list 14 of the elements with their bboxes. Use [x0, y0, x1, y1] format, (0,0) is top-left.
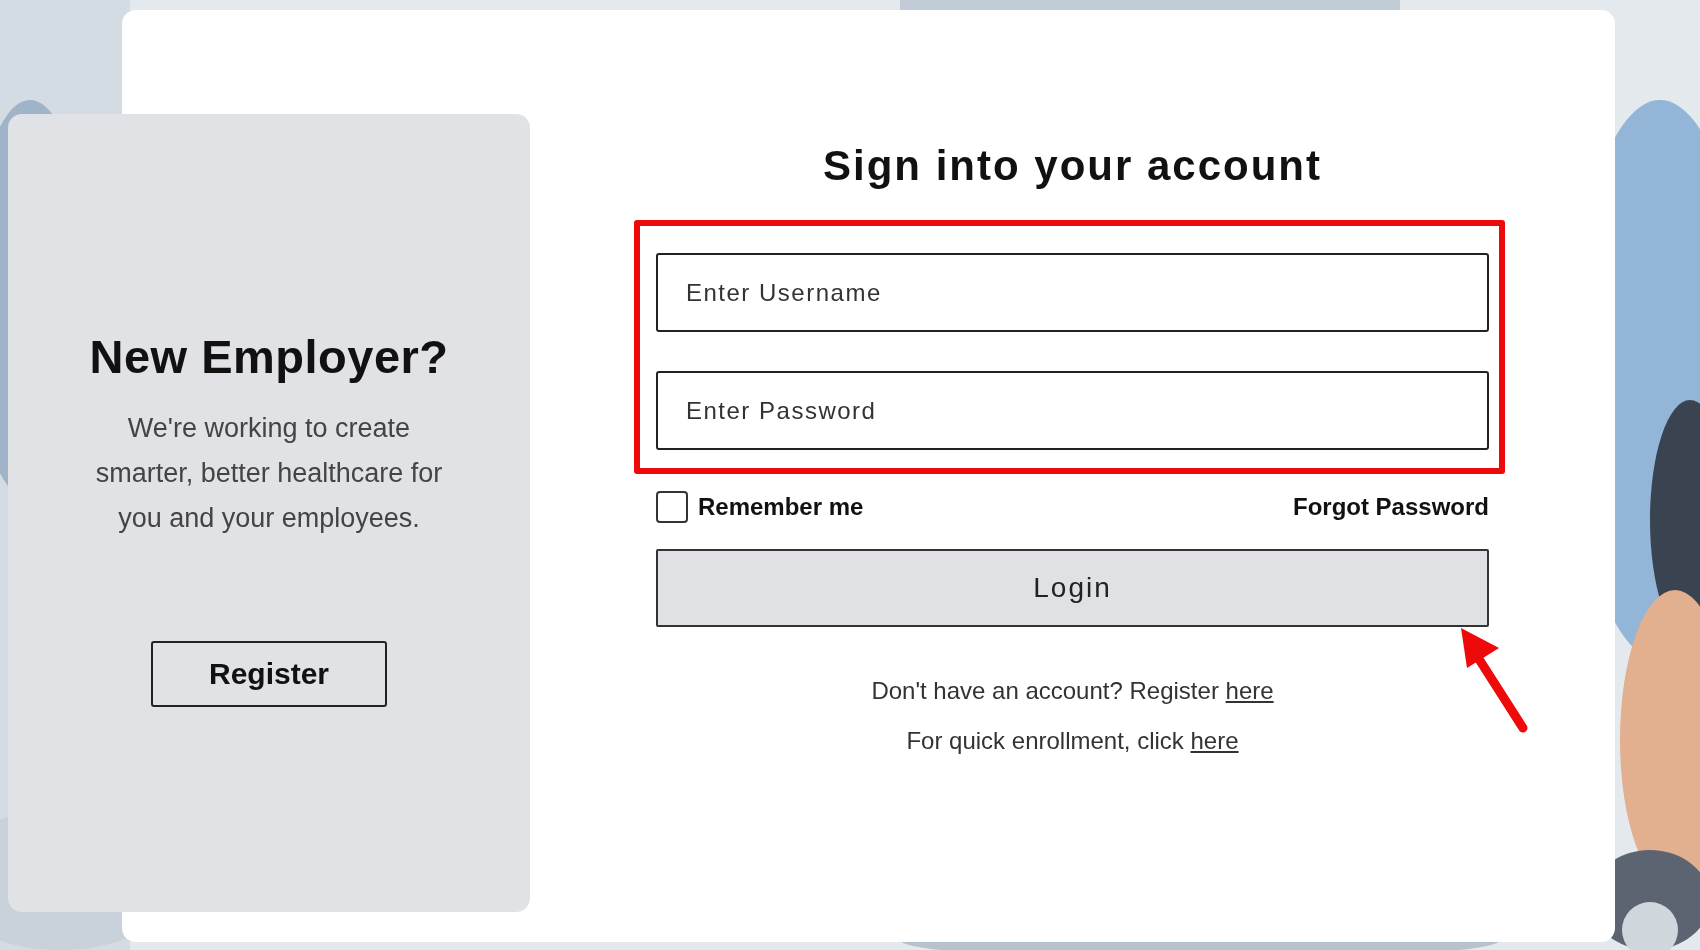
- panel-description: We're working to create smarter, better healthcare for you and your employees.: [94, 412, 444, 535]
- login-button[interactable]: Login: [656, 549, 1489, 627]
- panel-title: New Employer?: [89, 329, 449, 384]
- forgot-password-link[interactable]: Forgot Password: [1292, 493, 1489, 521]
- register-button[interactable]: Register: [151, 641, 387, 707]
- enrollment-link[interactable]: here: [1190, 727, 1239, 754]
- form-title: Sign into your account: [823, 145, 1322, 187]
- register-text: Don't have an account? Register here: [871, 677, 1274, 705]
- username-field[interactable]: Enter Username: [656, 253, 1489, 332]
- enrollment-text: For quick enrollment, click here: [906, 727, 1239, 755]
- remember-checkbox[interactable]: [656, 491, 688, 523]
- remember-label: Remember me: [698, 493, 864, 521]
- password-field[interactable]: Enter Password: [656, 371, 1489, 450]
- register-link[interactable]: here: [1225, 677, 1274, 704]
